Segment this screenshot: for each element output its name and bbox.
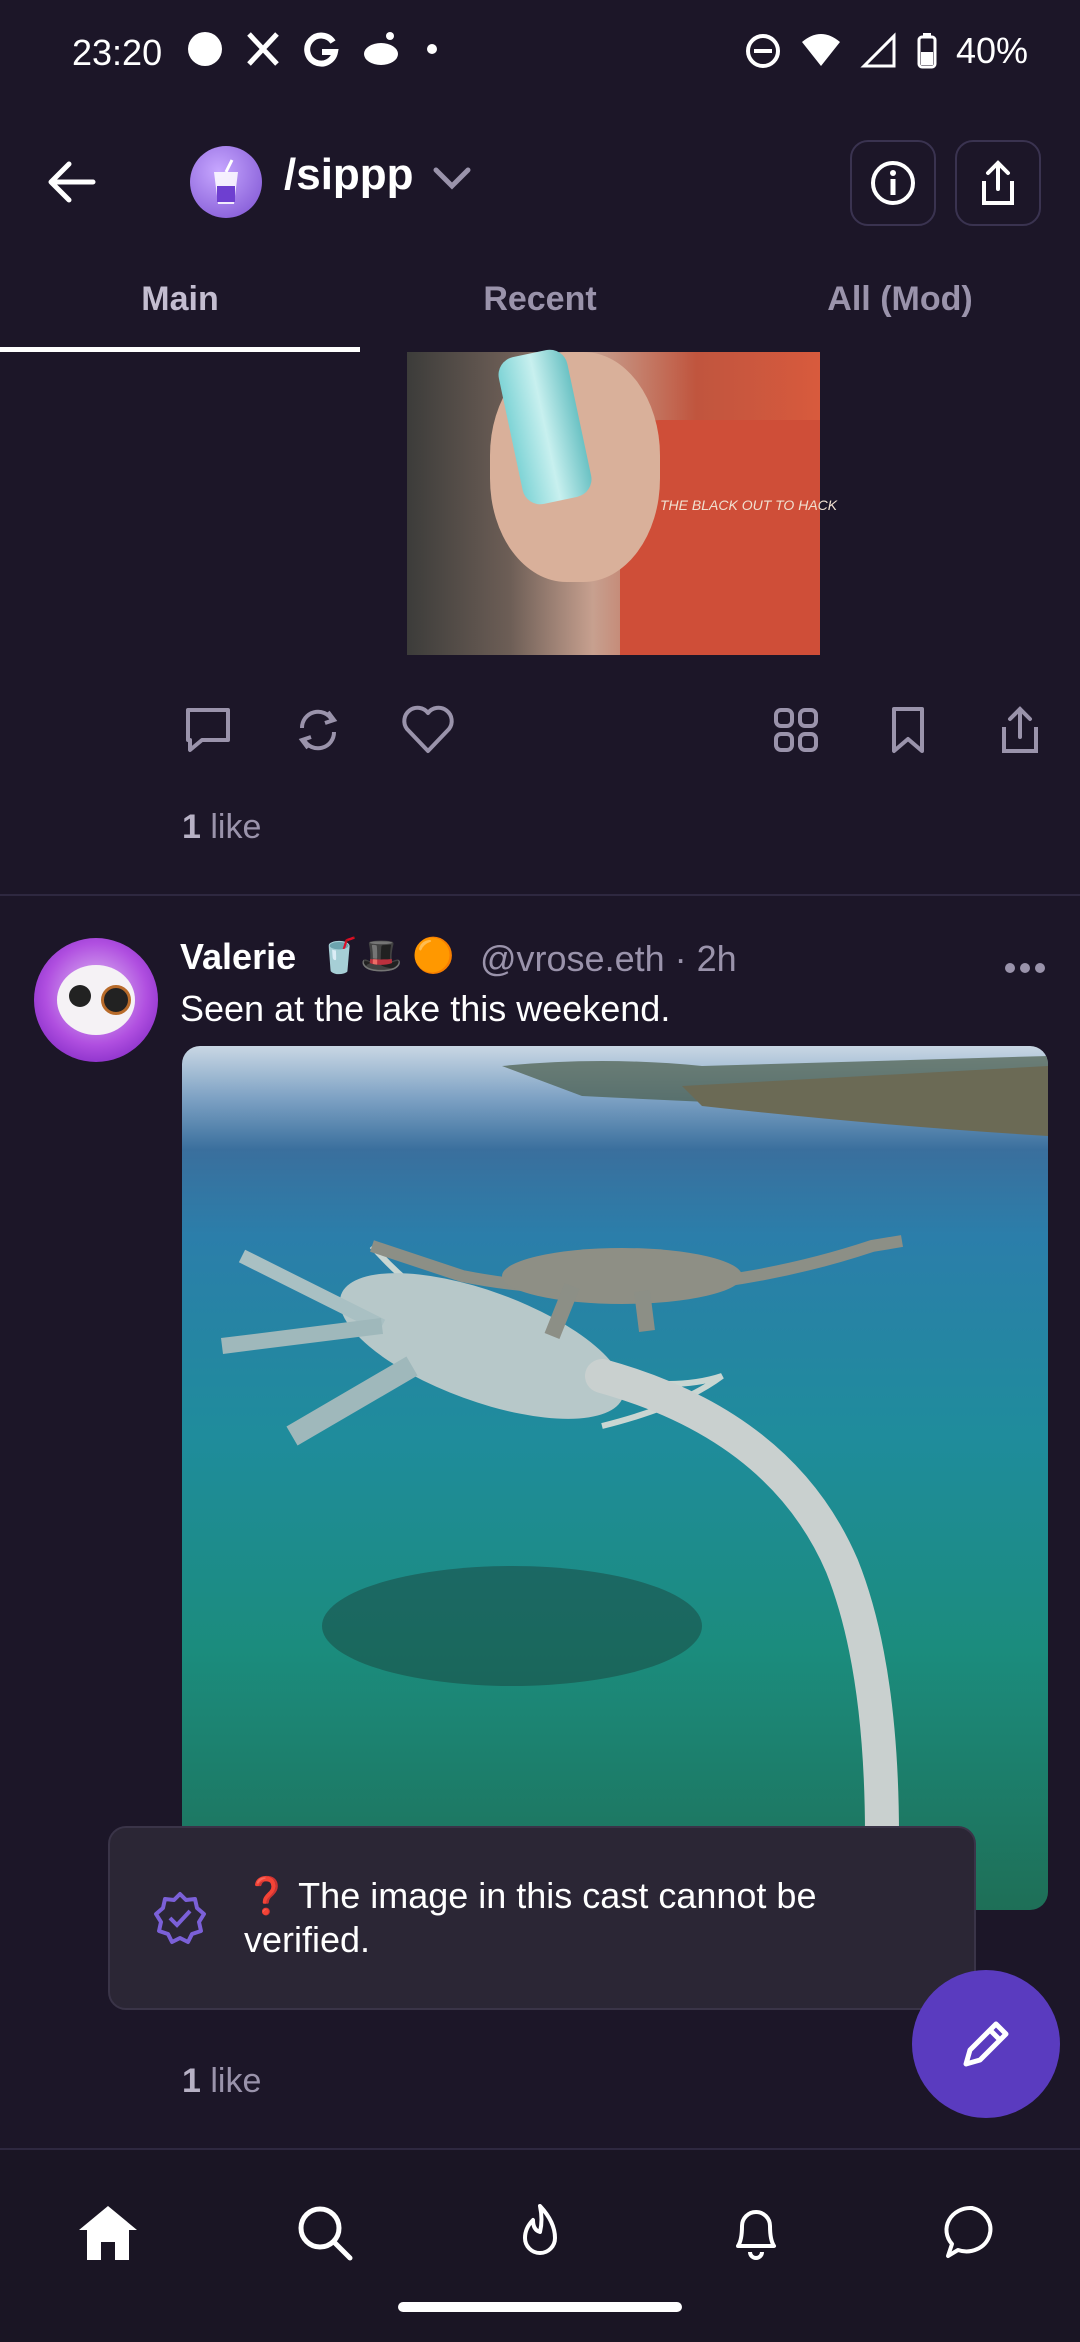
lake-monsters-illustration [182, 1046, 1048, 1910]
share-icon [998, 705, 1042, 755]
bookmark-button[interactable] [880, 702, 936, 758]
like-number: 1 [182, 808, 201, 846]
signal-icon [860, 32, 898, 70]
flame-icon [515, 2202, 565, 2262]
dot-icon [422, 30, 442, 68]
like-word: like [210, 808, 261, 846]
more-horizontal-icon [1004, 961, 1046, 975]
post-image[interactable] [182, 1046, 1048, 1910]
nav-messages[interactable] [932, 2192, 1012, 2272]
bell-icon [728, 2202, 784, 2262]
dnd-icon [744, 32, 782, 70]
grid-button[interactable] [768, 702, 824, 758]
tab-main[interactable]: Main [0, 280, 360, 319]
pencil-icon [956, 2014, 1016, 2074]
circle-dot-icon [186, 30, 224, 68]
x-icon [244, 30, 282, 68]
wifi-icon [800, 32, 842, 70]
nav-search[interactable] [284, 2192, 364, 2272]
battery-percent: 40% [956, 30, 1028, 72]
verified-badge-icon [152, 1890, 208, 1951]
battery-icon [916, 32, 938, 70]
verification-toast: ❓ The image in this cast cannot be verif… [108, 1826, 976, 2010]
info-icon [869, 159, 917, 207]
chat-icon [942, 2202, 1002, 2262]
channel-avatar[interactable] [190, 146, 262, 218]
recast-icon [292, 704, 344, 756]
grid-icon [772, 706, 820, 754]
toast-message: ❓ The image in this cast cannot be verif… [244, 1874, 924, 1962]
author-avatar[interactable] [34, 938, 158, 1062]
back-arrow-icon [47, 160, 97, 204]
status-time: 23:20 [72, 32, 162, 74]
bottom-nav [0, 2148, 1080, 2342]
status-bar: 23:20 40% [0, 0, 1080, 110]
status-system-icons: 40% [744, 30, 1028, 72]
status-notification-icons [186, 30, 442, 68]
share-icon [976, 159, 1020, 207]
home-indicator [398, 2302, 682, 2312]
nav-home[interactable] [68, 2192, 148, 2272]
author-name[interactable]: Valerie [180, 936, 296, 978]
channel-name[interactable]: /sippp [284, 150, 414, 200]
tab-all-mod[interactable]: All (Mod) [720, 280, 1080, 319]
tab-recent[interactable]: Recent [360, 280, 720, 319]
active-tab-indicator [0, 347, 360, 352]
like-number: 1 [182, 2062, 201, 2100]
like-count[interactable]: 1 like [182, 2062, 261, 2101]
search-icon [294, 2202, 354, 2262]
post-divider [0, 894, 1080, 896]
heart-icon [401, 705, 455, 755]
info-button[interactable] [850, 140, 936, 226]
nav-trending[interactable] [500, 2192, 580, 2272]
g-icon [302, 30, 340, 68]
drink-cup-icon [206, 158, 246, 206]
like-count[interactable]: 1 like [182, 808, 261, 847]
author-emoji: 🥤🎩 🟠 [318, 936, 454, 976]
home-icon [75, 2202, 141, 2262]
like-button[interactable] [400, 702, 456, 758]
compose-button[interactable] [912, 1970, 1060, 2118]
comment-icon [182, 704, 234, 756]
back-button[interactable] [40, 150, 104, 214]
like-word: like [210, 2062, 261, 2100]
share-channel-button[interactable] [955, 140, 1041, 226]
author-handle-time[interactable]: @vrose.eth · 2h [480, 938, 737, 980]
share-post-button[interactable] [992, 702, 1048, 758]
bookmark-icon [888, 705, 928, 755]
nav-notifications[interactable] [716, 2192, 796, 2272]
more-options-button[interactable] [1004, 940, 1046, 985]
reddit-icon [360, 30, 402, 68]
channel-switcher[interactable] [432, 164, 472, 197]
post-text: Seen at the lake this weekend. [180, 988, 670, 1030]
reply-button[interactable] [180, 702, 236, 758]
shirt-text: THE BLACK OUT TO HACK [660, 497, 837, 513]
chevron-down-icon [432, 164, 472, 192]
recast-button[interactable] [290, 702, 346, 758]
panda-avatar-icon [57, 965, 135, 1035]
